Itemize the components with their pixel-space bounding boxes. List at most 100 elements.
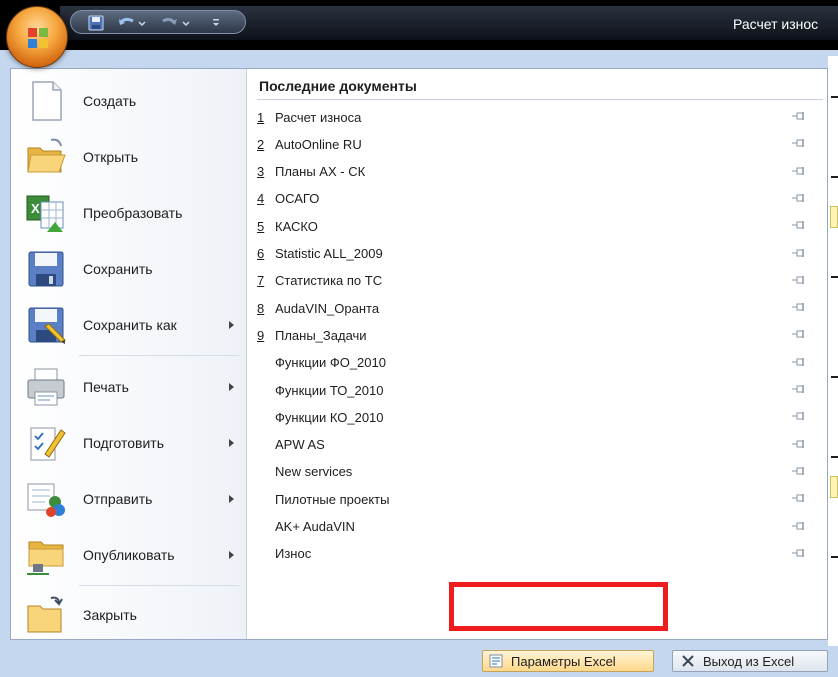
recent-document-item[interactable]: Износ	[257, 542, 823, 566]
pin-icon[interactable]	[791, 248, 807, 258]
recent-document-number: 9	[257, 327, 265, 343]
recent-document-number: 1	[257, 109, 265, 125]
separator	[257, 99, 823, 100]
publish-label: Опубликовать	[83, 547, 175, 563]
recent-document-item[interactable]: 3 Планы АХ - СК	[257, 160, 823, 184]
title-bar: Расчет износ	[0, 0, 838, 50]
recent-document-name: APW AS	[275, 437, 325, 453]
recent-document-name: AutoOnline RU	[275, 136, 362, 152]
pin-icon[interactable]	[791, 193, 807, 203]
recent-document-number: 8	[257, 300, 265, 316]
save-icon[interactable]	[87, 14, 105, 31]
pin-icon[interactable]	[791, 411, 807, 421]
recent-document-item[interactable]: 5 КАСКО	[257, 214, 823, 238]
recent-document-name: New services	[275, 464, 353, 480]
recent-document-item[interactable]: 8 AudaVIN_Оранта	[257, 296, 823, 320]
submenu-arrow-icon	[229, 551, 234, 559]
convert-command[interactable]: X Преобразовать	[15, 187, 243, 239]
close-command[interactable]: Закрыть	[15, 589, 243, 641]
pin-icon[interactable]	[791, 357, 807, 367]
pin-icon[interactable]	[791, 521, 807, 531]
recent-document-name: AK+ AudaVIN	[275, 519, 355, 534]
open-folder-icon	[27, 138, 66, 173]
pin-icon[interactable]	[791, 548, 807, 558]
recent-document-item[interactable]: Функции ФО_2010	[257, 351, 823, 375]
printer-icon	[27, 368, 65, 406]
highlight-box	[449, 582, 668, 631]
save-command[interactable]: Сохранить	[15, 243, 243, 295]
recent-document-item[interactable]: 1 Расчет износа	[257, 105, 823, 129]
recent-document-number: 5	[257, 218, 265, 234]
prepare-command[interactable]: Подготовить	[15, 417, 243, 469]
prepare-icon	[30, 427, 66, 461]
send-icon	[27, 483, 65, 517]
recent-document-name: Планы АХ - СК	[275, 164, 366, 180]
pin-icon[interactable]	[791, 439, 807, 449]
recent-document-name: Пилотные проекты	[275, 491, 390, 507]
recent-document-item[interactable]: 4 ОСАГО	[257, 187, 823, 211]
publish-command[interactable]: Опубликовать	[15, 529, 243, 581]
submenu-arrow-icon	[229, 383, 234, 391]
recent-document-item[interactable]: APW AS	[257, 433, 823, 457]
redo-icon[interactable]	[159, 14, 193, 31]
new-label: Создать	[83, 93, 137, 109]
save-as-label: Сохранить как	[83, 317, 177, 333]
office-menu-panel: Создать Открыть X Преобразовать Сохранит…	[10, 68, 828, 640]
undo-icon[interactable]	[115, 14, 149, 31]
recent-documents-panel: Последние документы 1 Расчет износа 2 AutoO…	[247, 69, 827, 639]
recent-document-name: Функции ТО_2010	[275, 382, 384, 398]
svg-text:X: X	[31, 201, 40, 216]
recent-document-name: AudaVIN_Оранта	[275, 300, 380, 316]
open-command[interactable]: Открыть	[15, 131, 243, 183]
pin-icon[interactable]	[791, 329, 807, 339]
open-label: Открыть	[83, 149, 138, 165]
new-command[interactable]: Создать	[15, 75, 243, 127]
pin-icon[interactable]	[791, 384, 807, 394]
exit-excel-button[interactable]: Выход из Excel	[672, 650, 828, 672]
recent-document-item[interactable]: Функции КО_2010	[257, 405, 823, 429]
save-disk-icon	[28, 251, 64, 287]
excel-options-button[interactable]: Параметры Excel	[482, 650, 654, 672]
recent-document-number: 3	[257, 164, 265, 180]
recent-document-item[interactable]: Пилотные проекты	[257, 487, 823, 511]
recent-document-name: Statistic ALL_2009	[275, 246, 383, 261]
recent-document-name: Статистика по ТС	[275, 273, 383, 289]
pin-icon[interactable]	[791, 275, 807, 285]
submenu-arrow-icon	[229, 321, 234, 329]
close-x-icon	[682, 655, 694, 667]
office-button[interactable]	[6, 6, 68, 68]
pin-icon[interactable]	[791, 302, 807, 312]
submenu-arrow-icon	[229, 439, 234, 447]
send-command[interactable]: Отправить	[15, 473, 243, 525]
separator	[79, 355, 239, 356]
window-title: Расчет износ	[733, 16, 819, 32]
recent-document-item[interactable]: 7 Статистика по ТС	[257, 269, 823, 293]
send-label: Отправить	[83, 491, 153, 507]
pin-icon[interactable]	[791, 111, 807, 121]
customize-dropdown-icon[interactable]	[209, 14, 223, 31]
recent-document-item[interactable]: Функции ТО_2010	[257, 378, 823, 402]
excel-options-label: Параметры Excel	[511, 653, 616, 669]
pin-icon[interactable]	[791, 166, 807, 176]
recent-document-name: Износ	[275, 546, 312, 562]
recent-document-name: КАСКО	[275, 218, 318, 234]
recent-document-item[interactable]: New services	[257, 460, 823, 484]
recent-document-item[interactable]: 2 AutoOnline RU	[257, 132, 823, 156]
pin-icon[interactable]	[791, 493, 807, 503]
quick-access-toolbar	[70, 10, 246, 34]
menu-footer: Параметры Excel Выход из Excel	[0, 642, 838, 677]
print-command[interactable]: Печать	[15, 361, 243, 413]
recent-document-item[interactable]: AK+ AudaVIN	[257, 515, 823, 539]
save-as-command[interactable]: Сохранить как	[15, 299, 243, 351]
publish-icon	[27, 541, 64, 575]
pin-icon[interactable]	[791, 138, 807, 148]
pin-icon[interactable]	[791, 220, 807, 230]
recent-document-number: 2	[257, 136, 265, 152]
convert-label: Преобразовать	[83, 205, 183, 221]
recent-document-item[interactable]: 9 Планы_Задачи	[257, 323, 823, 347]
recent-document-item[interactable]: 6 Statistic ALL_2009	[257, 242, 823, 266]
pin-icon[interactable]	[791, 466, 807, 476]
recent-document-name: Расчет износа	[275, 109, 362, 125]
recent-document-number: 6	[257, 246, 265, 261]
recent-document-name: ОСАГО	[275, 191, 320, 207]
